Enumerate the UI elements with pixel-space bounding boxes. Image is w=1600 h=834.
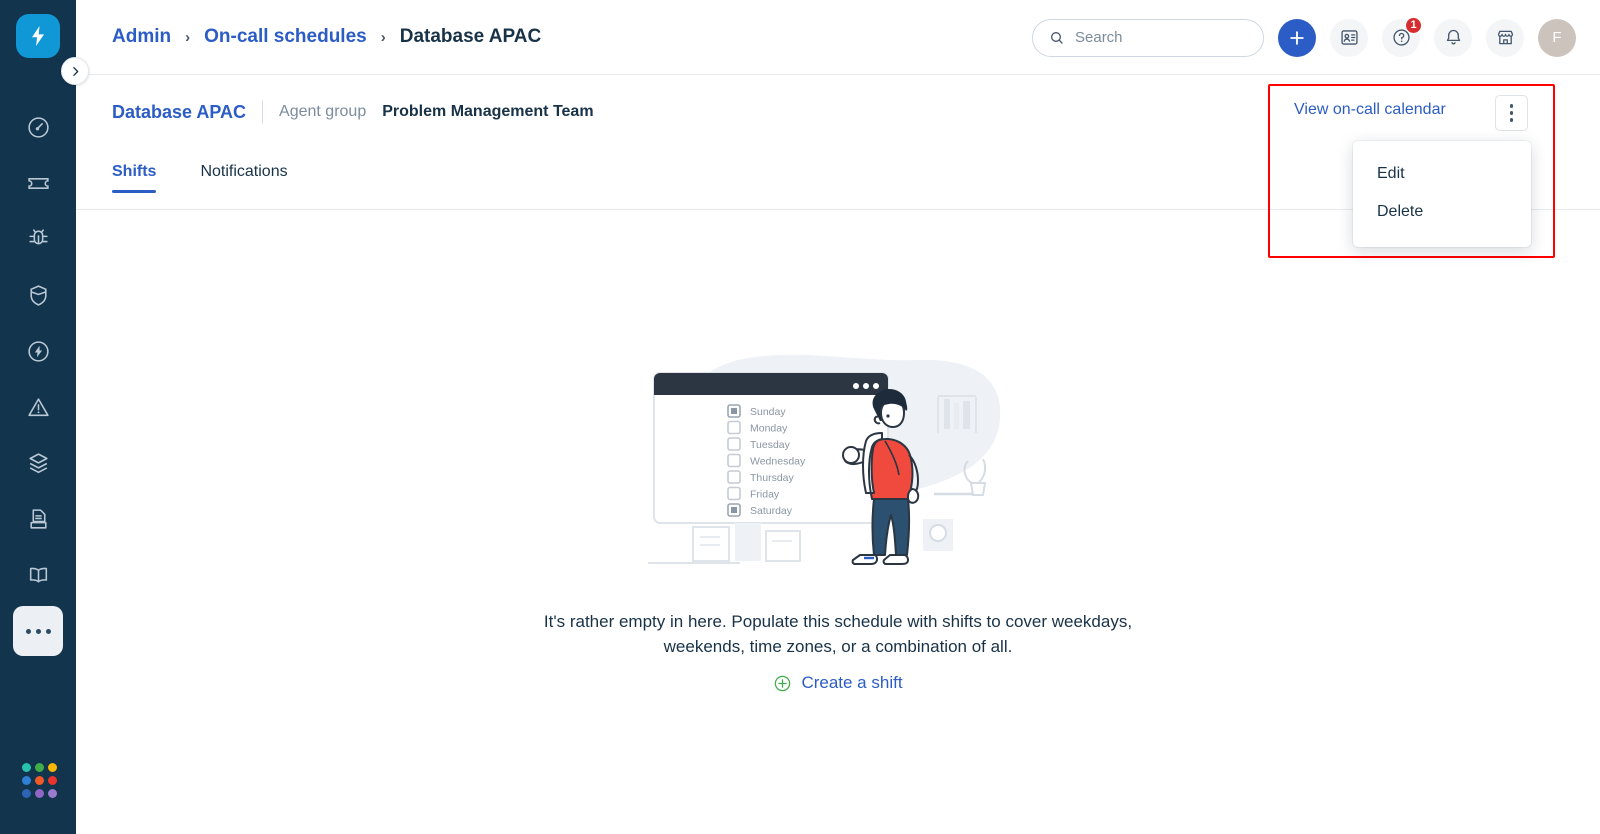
search-icon [1051, 31, 1063, 44]
bug-icon [28, 228, 48, 244]
sidebar-item-changes[interactable] [13, 214, 63, 264]
menu-item-edit[interactable]: Edit [1353, 155, 1531, 193]
sidebar-item-contracts[interactable] [13, 494, 85, 544]
page-title: Database APAC [112, 101, 247, 122]
sidebar-item-assets[interactable] [13, 438, 85, 488]
lightning-circle-icon [27, 340, 49, 362]
marketplace-button[interactable] [1486, 18, 1524, 57]
sidebar-item-tickets[interactable] [13, 158, 85, 208]
agent-group-label: Agent group [279, 103, 367, 120]
breadcrumb-separator: › [380, 28, 386, 46]
schedule-title-row: Database APAC Agent group Problem Manage… [112, 101, 594, 123]
more-dots-icon [25, 628, 51, 634]
help-button[interactable]: 1 [1382, 16, 1422, 57]
help-badge: 1 [1405, 16, 1422, 34]
tab-shifts[interactable]: Shifts [112, 163, 157, 193]
sidebar-nav [0, 102, 85, 662]
empty-state-message: It's rather empty in here. Populate this… [543, 612, 1133, 656]
brand-logo[interactable] [16, 14, 60, 58]
view-on-call-calendar-link[interactable]: View on-call calendar [1294, 101, 1446, 119]
tab-bar: Shifts Notifications [112, 163, 288, 193]
archive-document-icon [29, 508, 47, 529]
create-shift-link[interactable]: Create a shift [773, 673, 903, 693]
sidebar-item-releases[interactable] [13, 326, 63, 376]
layers-icon [28, 452, 48, 473]
svg-text:Thursday: Thursday [750, 472, 795, 484]
breadcrumb: Admin › On-call schedules › Database APA… [112, 26, 541, 48]
sidebar-item-alerts[interactable] [13, 382, 85, 432]
plus-icon [1290, 30, 1304, 45]
left-sidebar [0, 0, 85, 834]
sidebar-item-problems[interactable] [13, 270, 63, 320]
search-input[interactable] [1075, 29, 1247, 46]
create-shift-label: Create a shift [801, 673, 903, 692]
search-box[interactable] [1032, 18, 1264, 57]
sidebar-expand-button[interactable] [61, 57, 89, 85]
svg-text:Sunday: Sunday [750, 406, 786, 418]
breadcrumb-item-on-call-schedules[interactable]: On-call schedules [204, 26, 367, 48]
header-actions: 1 F [1032, 0, 1576, 75]
contact-card-button[interactable] [1330, 18, 1368, 57]
avatar[interactable]: F [1538, 18, 1576, 57]
svg-text:Monday: Monday [750, 423, 788, 435]
empty-schedule-illustration: Sunday Monday Tuesday Wednesday Thursday… [648, 354, 1001, 565]
notifications-button[interactable] [1434, 18, 1472, 57]
breadcrumb-item-current: Database APAC [399, 26, 542, 47]
ticket-icon [27, 177, 49, 189]
agent-group-value: Problem Management Team [382, 103, 594, 120]
alert-triangle-icon [27, 397, 49, 416]
main-content: Sunday Monday Tuesday Wednesday Thursday… [76, 211, 1600, 834]
sidebar-item-solutions[interactable] [13, 550, 63, 600]
svg-text:Saturday: Saturday [750, 505, 793, 517]
contact-card-icon [1340, 30, 1358, 45]
tab-notifications[interactable]: Notifications [200, 163, 287, 193]
breadcrumb-separator: › [185, 28, 191, 46]
app-root: Admin › On-call schedules › Database APA… [0, 0, 1600, 834]
empty-state: Sunday Monday Tuesday Wednesday Thursday… [533, 351, 1143, 693]
dashboard-gauge-icon [27, 116, 49, 138]
plus-circle-icon [775, 675, 791, 691]
add-button[interactable] [1278, 18, 1316, 57]
svg-text:Wednesday: Wednesday [750, 456, 806, 468]
schedule-options-menu: Edit Delete [1353, 141, 1531, 247]
menu-item-delete[interactable]: Delete [1353, 193, 1531, 231]
divider [262, 101, 264, 123]
svg-text:Friday: Friday [750, 489, 780, 501]
marketplace-store-icon [1497, 30, 1513, 45]
sidebar-item-dashboard[interactable] [13, 102, 63, 152]
shield-icon [29, 284, 47, 306]
bell-icon [1446, 29, 1460, 45]
svg-text:Tuesday: Tuesday [750, 439, 791, 451]
freshworks-logo [22, 763, 57, 798]
lightning-bolt-icon [32, 26, 44, 46]
top-header: Admin › On-call schedules › Database APA… [76, 0, 1600, 75]
book-icon [29, 567, 47, 583]
sidebar-item-more[interactable] [13, 606, 63, 656]
schedule-options-button[interactable] [1495, 95, 1528, 131]
breadcrumb-item-admin[interactable]: Admin [112, 26, 171, 48]
chevron-right-icon [72, 66, 78, 76]
